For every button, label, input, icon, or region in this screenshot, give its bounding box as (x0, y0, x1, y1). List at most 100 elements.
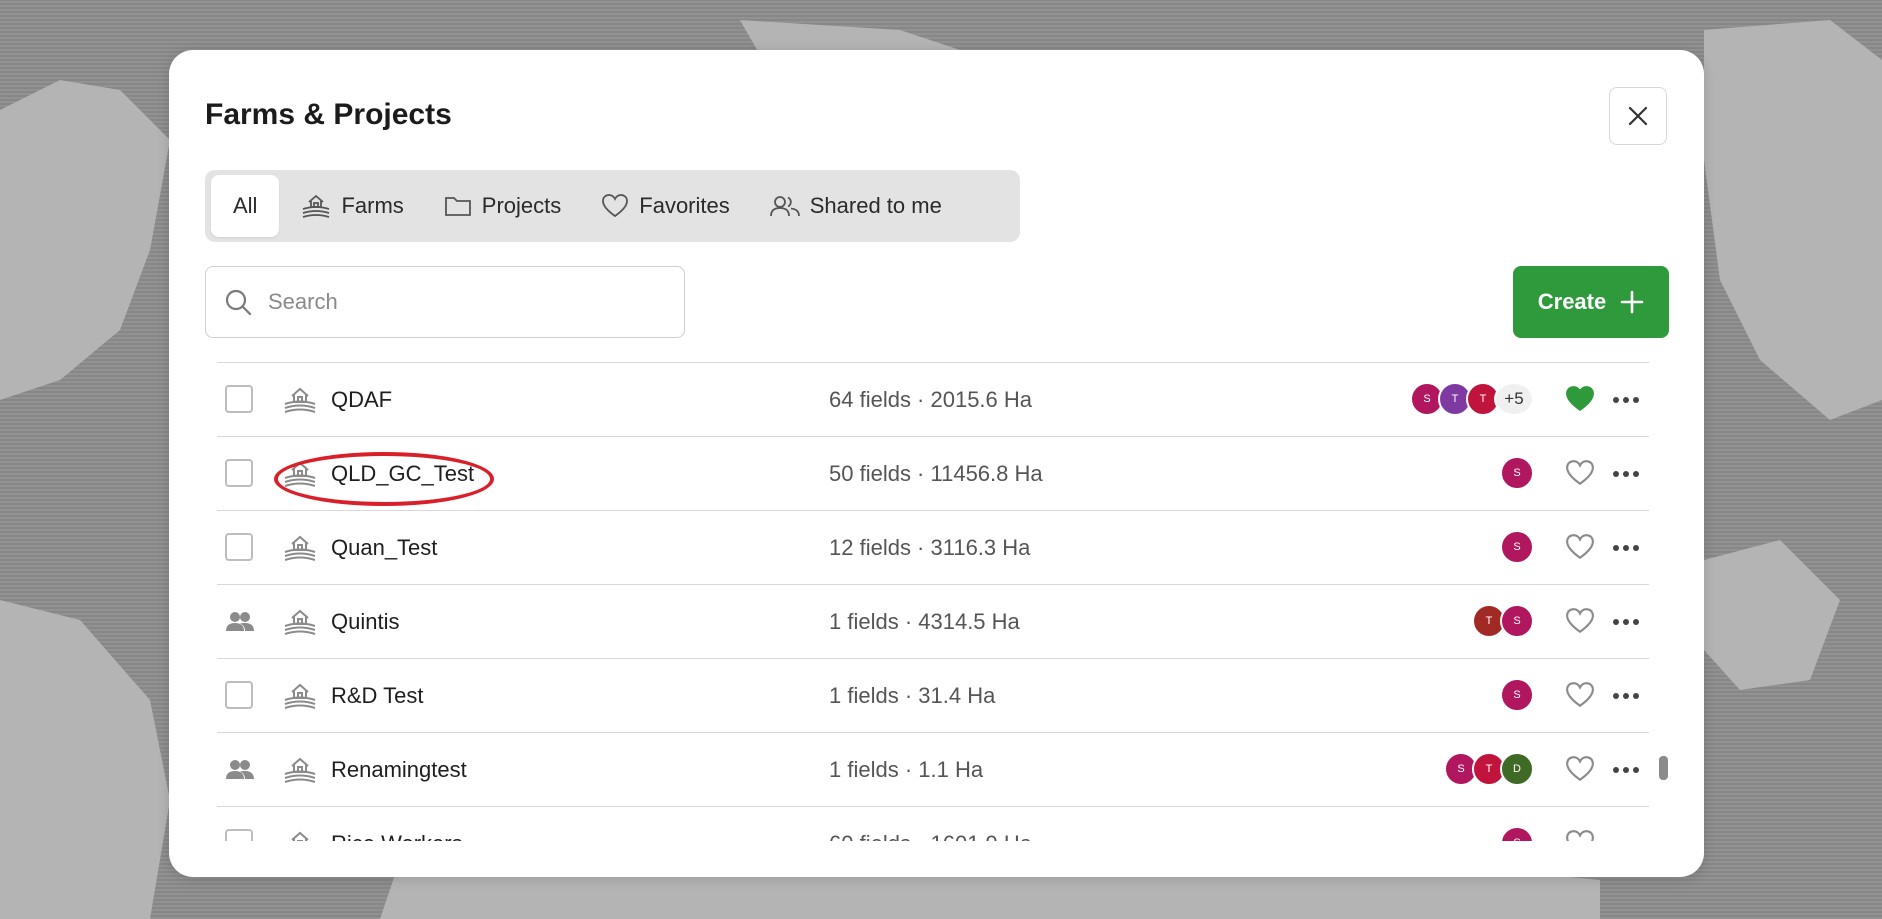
tab-label: Favorites (639, 193, 730, 218)
list-item[interactable]: R&D Test 1 fields · 31.4 Ha S (217, 659, 1649, 733)
row-selector[interactable] (225, 681, 255, 711)
more-options-icon (1611, 829, 1641, 841)
list-item[interactable]: QLD_GC_Test 50 fields · 11456.8 Ha S (217, 437, 1649, 511)
favorite-button[interactable] (1565, 755, 1595, 788)
farm-type-icon (283, 459, 317, 494)
farm-name[interactable]: Rice Workers (331, 831, 463, 841)
tab-shared-to-me[interactable]: Shared to me (752, 175, 960, 237)
shared-users-avatars[interactable]: S (1500, 826, 1534, 841)
more-options-button[interactable] (1611, 385, 1641, 420)
farm-name[interactable]: Quintis (331, 609, 399, 635)
row-checkbox[interactable] (225, 681, 253, 709)
list-scrollbar[interactable] (1659, 756, 1668, 780)
farm-name[interactable]: QLD_GC_Test (331, 461, 474, 487)
row-checkbox[interactable] (225, 533, 253, 561)
farm-icon (284, 757, 316, 783)
farm-name[interactable]: QDAF (331, 387, 392, 413)
list-item[interactable]: QDAF 64 fields · 2015.6 Ha S T T +5 (217, 363, 1649, 437)
create-button-label: Create (1537, 289, 1607, 314)
avatar: S (1500, 530, 1534, 564)
tab-favorites[interactable]: Favorites (583, 175, 747, 237)
farm-name[interactable]: Quan_Test (331, 535, 437, 561)
tab-all[interactable]: All (211, 175, 280, 237)
shared-users-avatars[interactable]: S T T +5 (1410, 382, 1534, 416)
more-options-button[interactable] (1611, 533, 1641, 568)
search-input[interactable] (266, 288, 670, 316)
tab-label: Shared to me (809, 193, 942, 218)
favorite-button[interactable] (1565, 607, 1595, 640)
farm-name[interactable]: Renamingtest (331, 757, 467, 783)
tab-projects[interactable]: Projects (426, 175, 579, 237)
list-item[interactable]: Rice Workers 60 fields · 1601.9 Ha S (217, 807, 1649, 841)
favorite-button[interactable] (1565, 681, 1595, 714)
more-users-badge: +5 (1494, 382, 1534, 416)
more-options-button[interactable] (1611, 829, 1641, 841)
list-item[interactable]: Quan_Test 12 fields · 3116.3 Ha S (217, 511, 1649, 585)
farm-type-icon (283, 755, 317, 790)
heart-icon (602, 194, 629, 218)
shared-users-avatars[interactable]: S (1500, 456, 1534, 490)
tab-label: Projects (481, 193, 562, 218)
more-options-button[interactable] (1611, 755, 1641, 790)
shared-users-avatars[interactable]: S (1500, 530, 1534, 564)
heart-icon (1566, 756, 1594, 782)
more-options-icon (1613, 397, 1639, 403)
farm-icon (303, 194, 330, 218)
more-options-button[interactable] (1611, 459, 1641, 494)
more-options-button[interactable] (1611, 681, 1641, 716)
farm-meta: 60 fields · 1601.9 Ha (829, 831, 1032, 841)
row-selector[interactable] (225, 829, 255, 841)
row-selector[interactable] (225, 459, 255, 489)
more-options-icon (1613, 693, 1639, 699)
farm-name[interactable]: R&D Test (331, 683, 424, 709)
farm-icon (284, 461, 316, 487)
tab-farms[interactable]: Farms (283, 175, 421, 237)
row-checkbox[interactable] (225, 385, 253, 413)
farm-icon (284, 535, 316, 561)
farm-meta: 1 fields · 1.1 Ha (829, 757, 984, 782)
shared-users-avatars[interactable]: TS (1472, 604, 1534, 638)
farms-projects-modal: Farms & Projects All Farms Projects Favo… (169, 50, 1704, 877)
row-selector[interactable] (225, 385, 255, 415)
avatar: S (1500, 826, 1534, 841)
avatar: D (1500, 752, 1534, 786)
heart-icon (1566, 830, 1594, 841)
farm-meta: 64 fields · 2015.6 Ha (829, 387, 1033, 412)
farm-type-icon (283, 829, 317, 841)
tab-label: All (233, 193, 258, 218)
farm-icon (284, 609, 316, 635)
favorite-button[interactable] (1565, 533, 1595, 566)
avatar: S (1500, 604, 1534, 638)
heart-icon (1566, 386, 1594, 412)
shared-users-avatars[interactable]: S (1500, 678, 1534, 712)
farm-type-icon (283, 385, 317, 420)
modal-title: Farms & Projects (205, 98, 452, 131)
avatar: S (1500, 678, 1534, 712)
favorite-button[interactable] (1565, 385, 1595, 418)
close-button[interactable] (1609, 87, 1667, 145)
heart-icon (1566, 460, 1594, 486)
shared-users-avatars[interactable]: STD (1444, 752, 1534, 786)
farms-list: QDAF 64 fields · 2015.6 Ha S T T +5 QLD_GC_Tes… (217, 362, 1649, 841)
row-checkbox[interactable] (225, 829, 253, 841)
favorite-button[interactable] (1565, 829, 1595, 841)
favorite-button[interactable] (1565, 459, 1595, 492)
farm-icon (284, 387, 316, 413)
farm-icon (284, 683, 316, 709)
row-checkbox[interactable] (225, 459, 253, 487)
create-button[interactable]: Create (1513, 266, 1669, 338)
shared-users-icon (226, 612, 254, 631)
farm-meta: 50 fields · 11456.8 Ha (829, 461, 1043, 486)
more-options-icon (1613, 619, 1639, 625)
list-item[interactable]: Renamingtest 1 fields · 1.1 Ha S T D (217, 733, 1649, 807)
farm-type-icon (283, 533, 317, 568)
farm-meta: 1 fields · 4314.5 Ha (829, 609, 1020, 634)
folder-icon (444, 197, 471, 216)
farm-meta: 1 fields · 31.4 Ha (829, 683, 996, 708)
row-selector[interactable] (225, 533, 255, 563)
plus-icon (1620, 290, 1644, 314)
more-options-icon (1613, 545, 1639, 551)
list-item[interactable]: Quintis 1 fields · 4314.5 Ha T S (217, 585, 1649, 659)
more-options-button[interactable] (1611, 607, 1641, 642)
search-box (205, 266, 685, 338)
